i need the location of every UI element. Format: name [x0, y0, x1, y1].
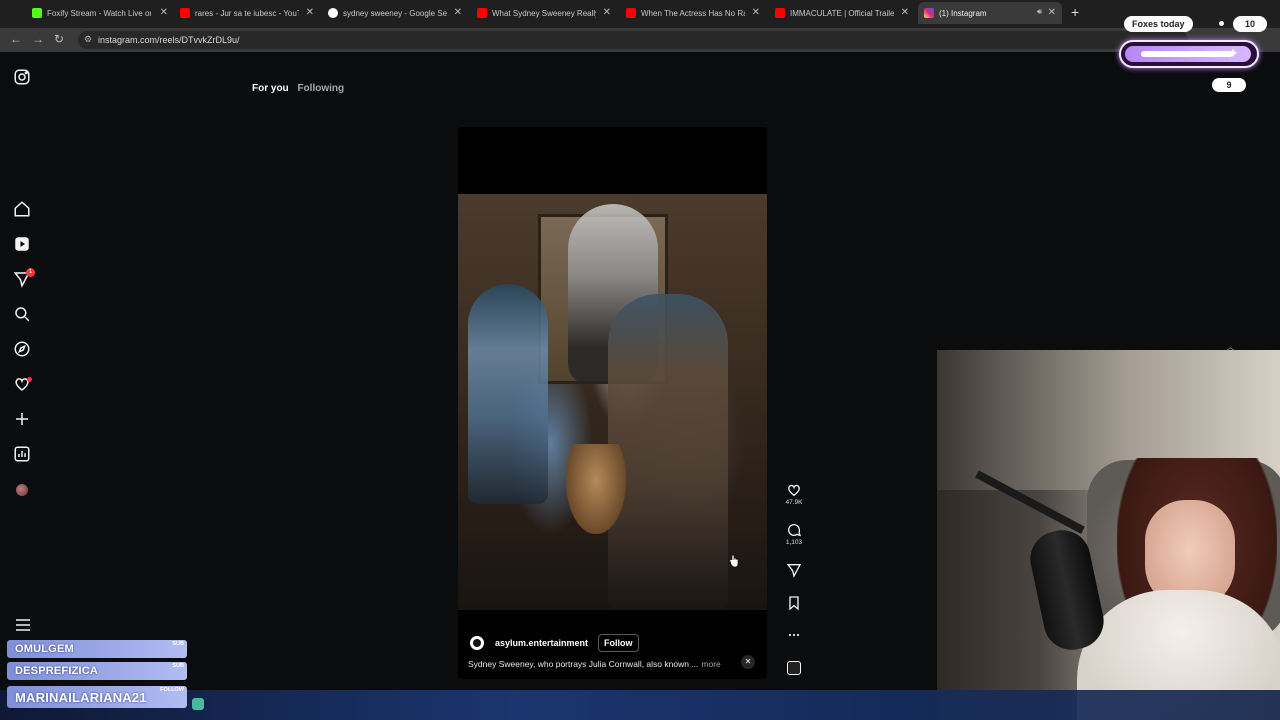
- address-bar-row: ← → ↻ ⚙ instagram.com/reels/DTvvkZrDL9u/: [0, 28, 1280, 52]
- feed-tabs: For you Following: [252, 83, 344, 94]
- audio-avatar[interactable]: [787, 661, 801, 675]
- tab-for-you[interactable]: For you: [252, 83, 289, 94]
- owner-username[interactable]: asylum.entertainment: [495, 638, 588, 648]
- reload-icon[interactable]: ↻: [54, 32, 64, 46]
- speaker-icon[interactable]: 🔊︎: [1037, 7, 1042, 17]
- more-options-action[interactable]: [782, 627, 806, 643]
- reel-video[interactable]: [458, 194, 767, 610]
- browser-tab-bar: Foxify Stream - Watch Live on K ✕ rares …: [0, 0, 1280, 28]
- close-icon[interactable]: ✕: [603, 7, 611, 18]
- goal-progress-stripe: [1141, 51, 1233, 57]
- notification-badge: 1: [26, 268, 35, 277]
- bookmark-icon: [789, 596, 799, 611]
- chat-event-row: DESPREFIZICA SUB: [7, 662, 187, 680]
- url-bar[interactable]: ⚙ instagram.com/reels/DTvvkZrDL9u/: [78, 31, 1188, 49]
- explore-icon[interactable]: [13, 340, 31, 358]
- reel-owner: asylum.entertainment Follow: [470, 634, 639, 652]
- instagram-logo-icon[interactable]: [13, 68, 31, 86]
- owner-avatar[interactable]: [470, 636, 484, 650]
- tab-youtube-immaculate[interactable]: IMMACULATE | Official Trailer | ✕: [775, 3, 909, 23]
- close-icon[interactable]: ✕: [160, 7, 168, 18]
- tab-youtube-what-sydney[interactable]: What Sydney Sweeney Really E ✕: [477, 3, 611, 23]
- profile-avatar[interactable]: [16, 484, 28, 496]
- tab-google-search[interactable]: sydney sweeney - Google Search ✕: [328, 3, 462, 23]
- tab-youtube-actress[interactable]: When The Actress Has No Rang ✕: [626, 3, 760, 23]
- reels-icon[interactable]: [13, 235, 31, 253]
- chat-event-row: MARINAILARIANA21 FOLLOW: [7, 686, 187, 708]
- share-action[interactable]: [782, 562, 806, 578]
- follow-button[interactable]: Follow: [598, 634, 639, 652]
- tab-youtube-rares[interactable]: rares - Jur sa te iubesc - YouTub ✕: [180, 3, 314, 23]
- site-info-icon[interactable]: ⚙: [84, 34, 92, 45]
- chat-app-icon: [192, 698, 204, 710]
- mute-icon[interactable]: ✕: [741, 655, 755, 669]
- youtube-icon: [180, 8, 190, 18]
- save-action[interactable]: [782, 595, 806, 611]
- tab-instagram[interactable]: (1) Instagram 🔊︎ ✕: [918, 2, 1062, 24]
- youtube-icon: [626, 8, 636, 18]
- heart-icon: [788, 484, 800, 497]
- new-tab-button[interactable]: +: [1071, 4, 1079, 20]
- comment-action[interactable]: 1,103: [782, 522, 806, 546]
- screen: Foxify Stream - Watch Live on K ✕ rares …: [0, 0, 1280, 720]
- close-icon[interactable]: ✕: [1048, 7, 1056, 18]
- create-plus-icon[interactable]: [13, 410, 31, 428]
- youtube-icon: [477, 8, 487, 18]
- like-count: 47.9K: [785, 499, 803, 506]
- more-menu-icon[interactable]: [15, 619, 31, 631]
- home-icon[interactable]: [13, 200, 31, 218]
- dashboard-icon[interactable]: [13, 445, 31, 463]
- tab-foxify[interactable]: Foxify Stream - Watch Live on K ✕: [32, 3, 168, 23]
- instagram-icon: [924, 8, 934, 18]
- video-scene-person-right: [608, 294, 728, 610]
- streamer-webcam: [937, 350, 1280, 720]
- butterfly-icon: ✦: [1227, 45, 1239, 61]
- goal-level: 9: [1212, 78, 1246, 92]
- more-link[interactable]: more: [701, 659, 720, 669]
- video-scene-person-left: [468, 284, 548, 504]
- chat-event-row: OMULGEM SUB: [7, 640, 187, 658]
- video-scene-hair: [566, 444, 626, 534]
- google-icon: [328, 8, 338, 18]
- kick-icon: [32, 8, 42, 18]
- forward-icon[interactable]: →: [32, 32, 44, 46]
- search-icon[interactable]: [13, 305, 31, 323]
- reel-player[interactable]: asylum.entertainment Follow Sydney Sween…: [458, 127, 767, 679]
- like-action[interactable]: 47.9K: [782, 482, 806, 506]
- close-icon[interactable]: ✕: [306, 7, 314, 18]
- tab-following[interactable]: Following: [297, 83, 344, 94]
- goal-progress-bar: ✦: [1119, 40, 1259, 68]
- close-icon[interactable]: ✕: [752, 7, 760, 18]
- youtube-icon: [775, 8, 785, 18]
- mouse-cursor-icon: [730, 554, 739, 568]
- close-icon[interactable]: ✕: [901, 7, 909, 18]
- reel-caption: Sydney Sweeney, who portrays Julia Cornw…: [468, 659, 721, 669]
- back-icon[interactable]: ←: [10, 32, 22, 46]
- notification-dot: [27, 377, 32, 382]
- share-icon: [786, 564, 802, 578]
- foxes-today-count: 10: [1233, 16, 1267, 32]
- ellipsis-icon: [788, 633, 800, 637]
- close-icon[interactable]: ✕: [454, 7, 462, 18]
- foxes-today-label: Foxes today: [1124, 16, 1193, 32]
- comment-count: 1,103: [785, 539, 803, 546]
- comment-icon: [788, 524, 802, 537]
- chevron-up-icon[interactable]: ︿: [1226, 340, 1235, 353]
- separator-dot: [1219, 21, 1224, 26]
